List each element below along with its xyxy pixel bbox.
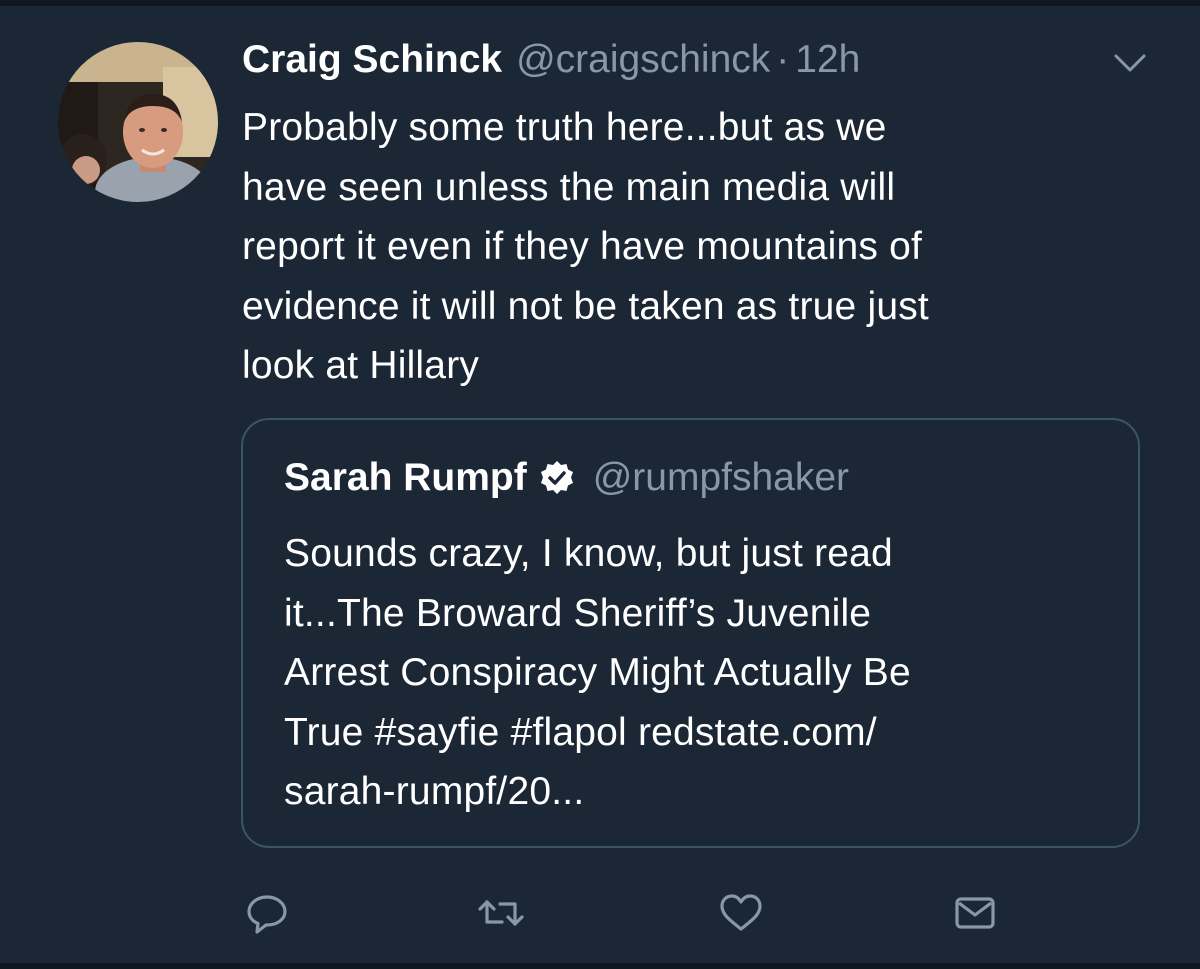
separator-dot: · [776,38,790,81]
reply-button[interactable] [242,888,292,938]
tweet-body: Probably some truth here...but as we hav… [242,98,1142,396]
quoted-tweet-card[interactable]: Sarah Rumpf @rumpfshaker Sounds crazy, I… [241,418,1140,848]
tweet-timestamp[interactable]: 12h [795,38,860,82]
quoted-text-line: it...The Broward Sheriff’s Juvenile [284,591,872,635]
tweet-actions [0,888,1200,938]
tweet-text-line: report it even if they have mountains of [242,225,923,268]
author-avatar[interactable] [58,42,218,202]
chevron-down-icon[interactable] [1110,48,1150,78]
quoted-text-line: True #sayfie #flapol redstate.com/ [284,710,877,754]
tweet-text-line: evidence it will not be taken as true ju… [242,284,929,328]
tweet-header: Craig Schinck @craigschinck · 12h [242,38,860,88]
retweet-button[interactable] [476,888,526,938]
tweet-text-line: look at Hillary [242,344,480,387]
quoted-text-line: Arrest Conspiracy Might Actually Be [284,651,911,694]
mail-icon [955,897,995,929]
share-button[interactable] [950,888,1000,938]
quoted-tweet-header: Sarah Rumpf @rumpfshaker [284,456,849,500]
quoted-text-line: Sounds crazy, I know, but just read [284,532,893,575]
tweet-text-line: Probably some truth here...but as we [242,106,887,149]
quoted-author-handle: @rumpfshaker [592,456,850,499]
author-display-name[interactable]: Craig Schinck [242,38,502,82]
heart-icon [720,894,762,931]
like-button[interactable] [716,888,766,938]
top-divider [0,0,1200,6]
reply-icon [247,895,287,934]
quoted-author-display-name: Sarah Rumpf [284,456,527,499]
quoted-text-line: sarah-rumpf/20... [284,770,585,813]
tweet-text-line: have seen unless the main media will [242,165,896,209]
author-handle[interactable]: @craigschinck [516,38,770,82]
verified-badge-icon [540,461,573,494]
bottom-divider [0,963,1200,969]
retweet-icon [478,900,524,926]
quoted-tweet-body: Sounds crazy, I know, but just read it..… [284,524,1124,822]
